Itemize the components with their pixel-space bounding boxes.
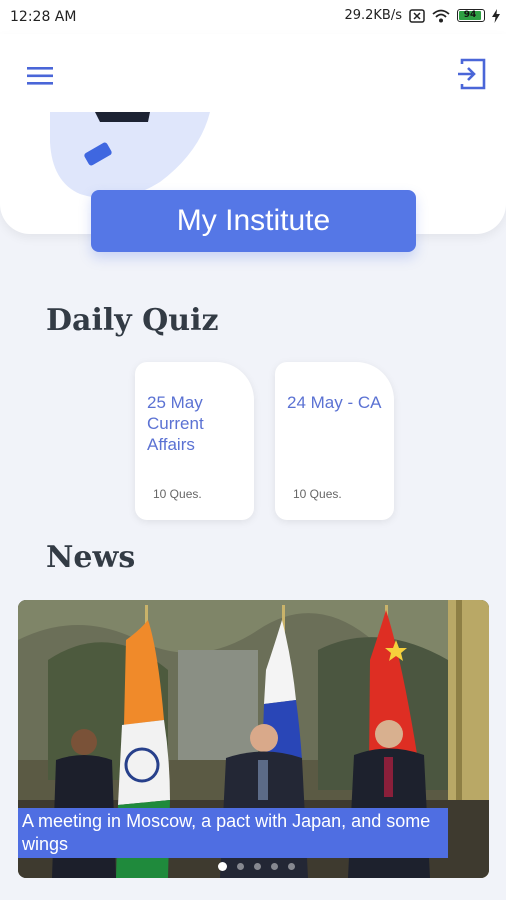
carousel-dot[interactable]	[237, 863, 244, 870]
quiz-card-title: 24 May - CA	[287, 393, 382, 412]
charging-icon	[492, 8, 500, 23]
wifi-icon	[432, 9, 450, 22]
carousel-dot[interactable]	[271, 863, 278, 870]
app-title-partial: Aandtech	[288, 86, 458, 126]
battery-icon: 94	[457, 9, 485, 22]
status-icons: 29.2KB/s 94	[344, 8, 500, 23]
status-time: 12:28 AM	[10, 9, 77, 25]
quiz-card[interactable]: 25 May Current Affairs 10 Ques.	[135, 362, 254, 520]
news-carousel-item[interactable]: A meeting in Moscow, a pact with Japan, …	[18, 600, 489, 878]
battery-level: 94	[459, 11, 481, 20]
carousel-dot[interactable]	[218, 862, 227, 871]
daily-quiz-heading: Daily Quiz	[46, 303, 219, 338]
hamburger-menu-icon[interactable]	[26, 64, 54, 88]
status-bar: 12:28 AM 29.2KB/s 94	[0, 0, 506, 34]
carousel-indicators	[218, 862, 295, 871]
network-speed: 29.2KB/s	[344, 8, 402, 23]
quiz-card-title: 25 May Current Affairs	[147, 393, 204, 454]
quiz-card-question-count: 10 Ques.	[153, 487, 202, 501]
carousel-dot[interactable]	[254, 863, 261, 870]
news-heading: News	[46, 540, 136, 575]
news-caption: A meeting in Moscow, a pact with Japan, …	[18, 808, 448, 858]
sim-off-icon	[409, 8, 425, 23]
logout-icon[interactable]	[456, 58, 488, 90]
my-institute-button[interactable]: My Institute	[91, 190, 416, 252]
carousel-dot[interactable]	[288, 863, 295, 870]
quiz-card-question-count: 10 Ques.	[293, 487, 342, 501]
quiz-card[interactable]: 24 May - CA 10 Ques.	[275, 362, 394, 520]
